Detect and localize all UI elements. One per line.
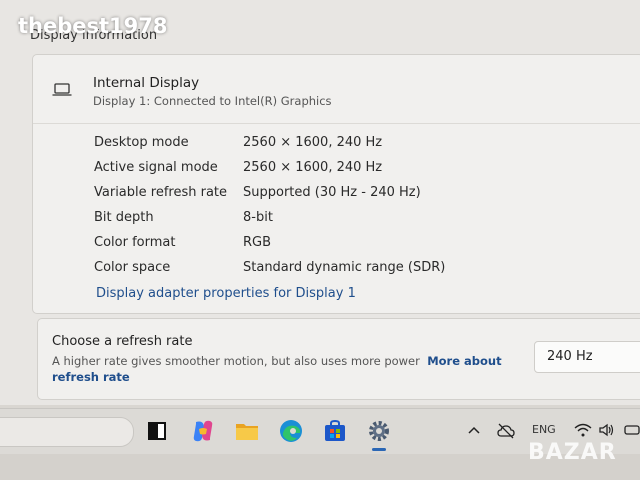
- refresh-rate-selected-value: 240 Hz: [547, 349, 593, 364]
- property-value: RGB: [243, 235, 272, 250]
- taskbar-search-box[interactable]: [0, 417, 134, 447]
- language-indicator[interactable]: ENG: [532, 423, 556, 436]
- task-view-icon[interactable]: [146, 418, 172, 444]
- property-row: Active signal mode 2560 × 1600, 240 Hz: [94, 160, 634, 184]
- copilot-icon[interactable]: [190, 418, 216, 444]
- property-label: Color space: [94, 260, 171, 275]
- property-label: Bit depth: [94, 210, 154, 225]
- active-app-indicator: [372, 448, 386, 451]
- refresh-rate-card: Choose a refresh rate A higher rate give…: [37, 318, 640, 400]
- settings-window: thebest1978 Display information Internal…: [0, 0, 640, 405]
- laptop-icon: [52, 83, 72, 96]
- battery-icon[interactable]: [624, 424, 640, 436]
- property-row: Desktop mode 2560 × 1600, 240 Hz: [94, 135, 634, 159]
- cloud-sync-off-icon[interactable]: [496, 422, 516, 440]
- display-subtitle: Display 1: Connected to Intel(R) Graphic…: [93, 94, 332, 108]
- refresh-rate-dropdown[interactable]: 240 Hz: [534, 341, 640, 373]
- property-label: Color format: [94, 235, 176, 250]
- property-label: Active signal mode: [94, 160, 218, 175]
- display-header: Internal Display Display 1: Connected to…: [33, 55, 640, 124]
- property-value: 2560 × 1600, 240 Hz: [243, 135, 383, 150]
- refresh-rate-title: Choose a refresh rate: [52, 334, 193, 349]
- property-label: Desktop mode: [94, 135, 189, 150]
- property-row: Color space Standard dynamic range (SDR): [94, 260, 634, 284]
- display-name: Internal Display: [93, 75, 200, 91]
- volume-icon[interactable]: [598, 423, 616, 437]
- property-value: 8-bit: [243, 210, 273, 225]
- wifi-icon[interactable]: [574, 423, 592, 437]
- bazar-watermark: BAZAR: [528, 440, 617, 465]
- property-label: Variable refresh rate: [94, 185, 228, 200]
- property-value: Supported (30 Hz - 240 Hz): [243, 185, 421, 200]
- property-value: Standard dynamic range (SDR): [243, 260, 446, 275]
- show-hidden-icons-chevron-icon[interactable]: [468, 425, 480, 435]
- refresh-rate-description: A higher rate gives smoother motion, but…: [52, 353, 522, 385]
- settings-icon[interactable]: [366, 418, 392, 444]
- property-row: Bit depth 8-bit: [94, 210, 634, 234]
- refresh-rate-description-text: A higher rate gives smoother motion, but…: [52, 354, 420, 368]
- display-adapter-properties-link[interactable]: Display adapter properties for Display 1: [96, 286, 356, 301]
- display-info-card: Internal Display Display 1: Connected to…: [32, 54, 640, 314]
- file-explorer-icon[interactable]: [234, 418, 260, 444]
- watermark-text: thebest1978: [18, 14, 168, 38]
- property-row: Variable refresh rate Supported (30 Hz -…: [94, 185, 634, 209]
- property-value: 2560 × 1600, 240 Hz: [243, 160, 383, 175]
- store-icon[interactable]: [322, 418, 348, 444]
- property-row: Color format RGB: [94, 235, 634, 259]
- edge-icon[interactable]: [278, 418, 304, 444]
